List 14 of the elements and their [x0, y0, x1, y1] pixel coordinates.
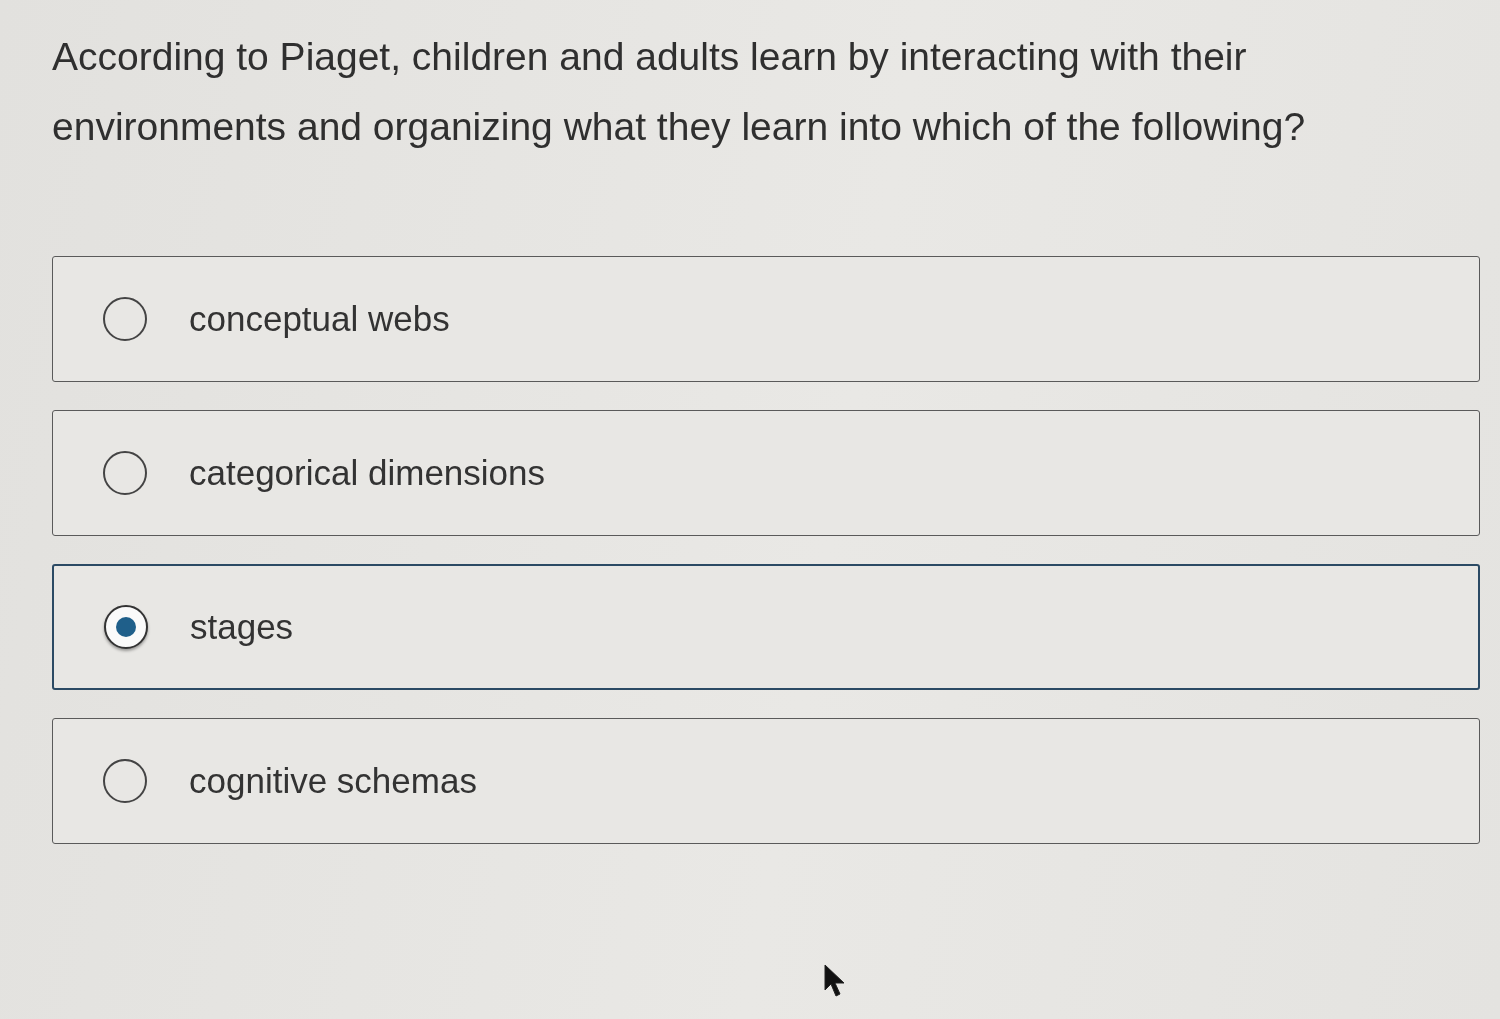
answer-option[interactable]: categorical dimensions [52, 410, 1480, 536]
option-label: cognitive schemas [189, 761, 477, 801]
option-label: categorical dimensions [189, 453, 545, 493]
option-label: conceptual webs [189, 299, 450, 339]
radio-button[interactable] [104, 605, 148, 649]
answer-option[interactable]: conceptual webs [52, 256, 1480, 382]
answer-option[interactable]: stages [52, 564, 1480, 690]
option-label: stages [190, 607, 294, 647]
mouse-pointer-icon [824, 964, 846, 998]
radio-button[interactable] [103, 297, 147, 341]
question-text: According to Piaget, children and adults learn by interacting with their environments and organizing what they learn into which of the following? [52, 34, 1307, 150]
radio-button[interactable] [103, 451, 147, 495]
answer-option[interactable]: cognitive schemas [52, 718, 1480, 844]
radio-button[interactable] [103, 759, 147, 803]
